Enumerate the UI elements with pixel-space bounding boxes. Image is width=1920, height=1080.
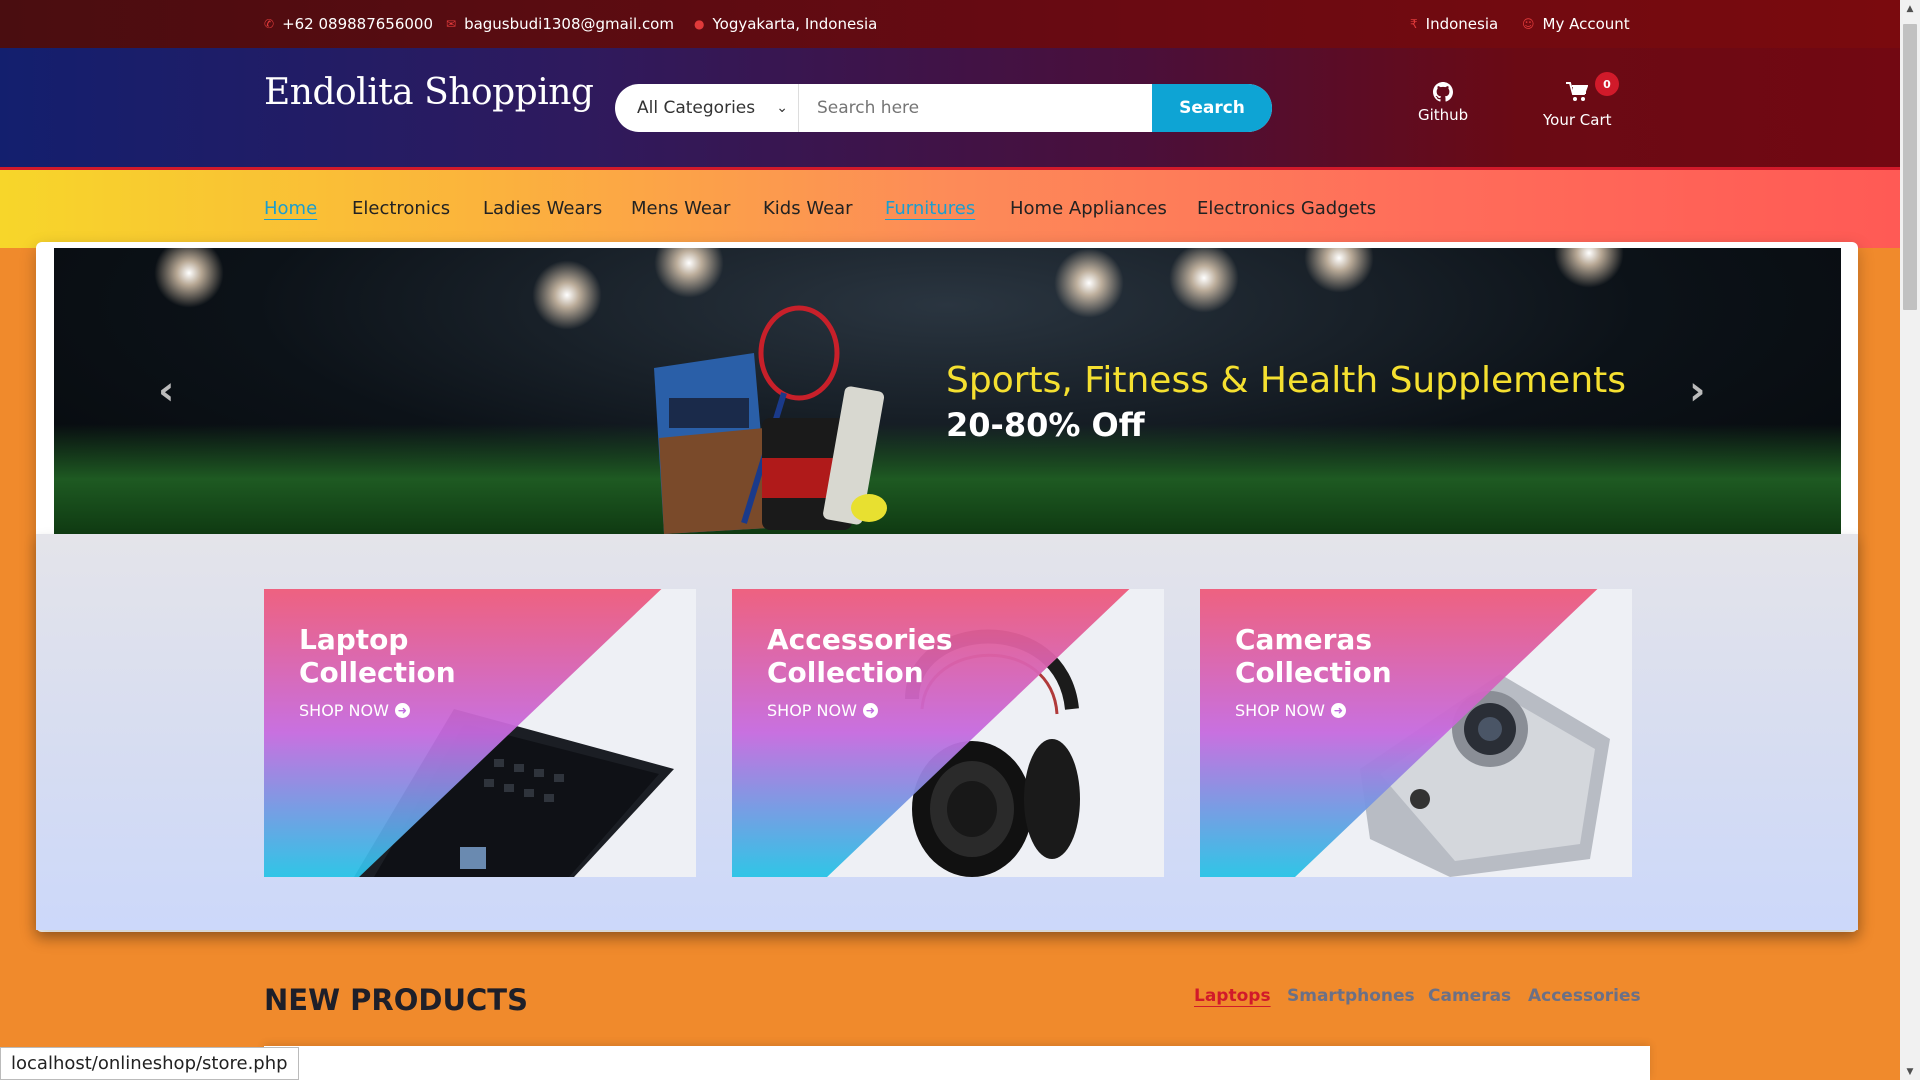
chevron-right-icon[interactable]: ›	[1689, 368, 1705, 414]
location-text: Yogyakarta, Indonesia	[712, 15, 878, 33]
search-input[interactable]	[799, 84, 1152, 132]
collection-card-laptop[interactable]: Laptop Collection SHOP NOW ➜	[264, 589, 696, 877]
stadium-light	[1054, 248, 1124, 318]
search-button[interactable]: Search	[1152, 84, 1272, 132]
header: Endolita Shopping All Categories ⌄ Searc…	[0, 48, 1900, 170]
product-carousel	[264, 1046, 1650, 1080]
stadium-light	[1554, 248, 1624, 288]
arrow-circle-right-icon: ➜	[1330, 703, 1346, 718]
collection-card-accessories[interactable]: Accessories Collection SHOP NOW ➜	[732, 589, 1164, 877]
rupiah-icon: ₹	[1410, 17, 1418, 31]
shop-now-label: SHOP NOW	[767, 701, 857, 720]
phone-contact[interactable]: ✆ +62 089887656000	[264, 15, 433, 33]
stadium-light	[1304, 248, 1374, 293]
nav-item-mens-wear[interactable]: Mens Wear	[631, 198, 730, 219]
nav-item-kids-wear[interactable]: Kids Wear	[763, 198, 853, 219]
collection-title-line1: Accessories	[767, 623, 953, 656]
email-text: bagusbudi1308@gmail.com	[464, 15, 674, 33]
section-title: NEW PRODUCTS	[264, 983, 528, 1017]
shop-now-link[interactable]: SHOP NOW ➜	[1235, 701, 1346, 720]
my-account-link[interactable]: ☺ My Account	[1522, 15, 1630, 33]
arrow-circle-right-icon: ➜	[394, 703, 410, 718]
nav-item-electronics-gadgets[interactable]: Electronics Gadgets	[1197, 198, 1376, 219]
shop-now-link[interactable]: SHOP NOW ➜	[767, 701, 878, 720]
collection-title: Laptop Collection	[299, 623, 456, 689]
map-marker-icon: ●	[694, 17, 705, 31]
nav-item-electronics[interactable]: Electronics	[352, 198, 450, 219]
collection-title: Accessories Collection	[767, 623, 953, 689]
email-icon: ✉	[446, 17, 457, 31]
banner-title: Sports, Fitness & Health Supplements	[946, 360, 1627, 401]
search-bar: All Categories ⌄ Search	[615, 84, 1272, 132]
scroll-up-arrow-icon[interactable]: ▲	[1900, 0, 1920, 17]
collection-title-line1: Cameras	[1235, 623, 1372, 656]
scroll-down-arrow-icon[interactable]: ▼	[1900, 1063, 1920, 1080]
status-url: localhost/onlineshop/store.php	[11, 1053, 288, 1074]
site-logo[interactable]: Endolita Shopping	[264, 72, 594, 113]
supplement-products-image	[654, 305, 887, 534]
shop-now-label: SHOP NOW	[299, 701, 389, 720]
browser-status-bar: localhost/onlineshop/store.php	[0, 1047, 299, 1080]
main-nav: Home Electronics Ladies Wears Mens Wear …	[0, 170, 1900, 248]
hero-banner: ‹ › Sports, Fitness & Health Supplements…	[54, 248, 1841, 534]
location-contact[interactable]: ● Yogyakarta, Indonesia	[694, 15, 877, 33]
tab-laptops[interactable]: Laptops	[1194, 986, 1271, 1006]
category-select-value: All Categories	[637, 98, 756, 118]
country-text: Indonesia	[1425, 15, 1499, 33]
collection-card-cameras[interactable]: Cameras Collection SHOP NOW ➜	[1200, 589, 1632, 877]
tab-accessories[interactable]: Accessories	[1528, 986, 1641, 1006]
collection-title-line2: Collection	[767, 656, 924, 689]
category-select[interactable]: All Categories ⌄	[615, 84, 799, 132]
tab-smartphones[interactable]: Smartphones	[1287, 986, 1415, 1006]
collection-title: Cameras Collection	[1235, 623, 1392, 689]
banner-subtitle: 20-80% Off	[946, 406, 1145, 444]
nav-item-home[interactable]: Home	[264, 198, 317, 219]
stadium-light	[1169, 248, 1239, 313]
collection-title-line2: Collection	[1235, 656, 1392, 689]
country-link[interactable]: ₹ Indonesia	[1410, 15, 1498, 33]
scrollbar-thumb[interactable]	[1903, 24, 1917, 310]
chevron-down-icon: ⌄	[776, 100, 788, 116]
phone-text: +62 089887656000	[282, 15, 434, 33]
email-contact[interactable]: ✉ bagusbudi1308@gmail.com	[446, 15, 674, 33]
my-account-text: My Account	[1542, 15, 1630, 33]
shop-now-link[interactable]: SHOP NOW ➜	[299, 701, 410, 720]
collection-title-line2: Collection	[299, 656, 456, 689]
tab-cameras[interactable]: Cameras	[1428, 986, 1511, 1006]
cart-label: Your Cart	[1543, 111, 1612, 129]
user-icon: ☺	[1522, 17, 1535, 31]
cart-link[interactable]: 0 Your Cart	[1543, 72, 1619, 129]
stadium-light	[154, 248, 224, 308]
nav-item-ladies-wears[interactable]: Ladies Wears	[483, 198, 602, 219]
cart-count-badge: 0	[1595, 72, 1619, 96]
chevron-left-icon[interactable]: ‹	[158, 368, 174, 414]
github-label: Github	[1418, 106, 1469, 124]
page-scrollbar[interactable]: ▲ ▼	[1900, 0, 1920, 1080]
github-icon	[1433, 82, 1454, 102]
stadium-light	[532, 260, 602, 330]
github-link[interactable]: Github	[1418, 82, 1468, 124]
top-bar: ✆ +62 089887656000 ✉ bagusbudi1308@gmail…	[0, 0, 1900, 48]
shop-now-label: SHOP NOW	[1235, 701, 1325, 720]
collection-title-line1: Laptop	[299, 623, 409, 656]
phone-icon: ✆	[264, 17, 275, 31]
arrow-circle-right-icon: ➜	[862, 703, 878, 718]
stadium-light	[654, 248, 724, 298]
nav-item-furnitures[interactable]: Furnitures	[885, 198, 975, 219]
nav-item-home-appliances[interactable]: Home Appliances	[1010, 198, 1167, 219]
